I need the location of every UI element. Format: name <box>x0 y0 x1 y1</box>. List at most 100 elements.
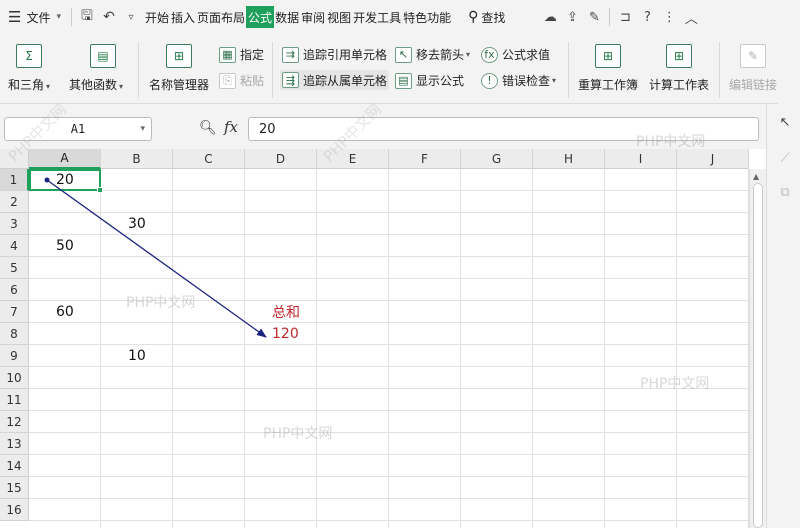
row-header-3[interactable]: 3 <box>0 213 29 235</box>
row-header-15[interactable]: 15 <box>0 477 29 499</box>
tab-0[interactable]: 开始 <box>144 6 170 28</box>
cell-b3[interactable]: 30 <box>101 213 173 235</box>
autosum-label: 和三角 <box>8 78 45 92</box>
tab-6[interactable]: 视图 <box>326 6 352 28</box>
remove-arrows-label: 移去箭头 <box>416 48 465 62</box>
help-icon[interactable]: ? <box>636 6 658 28</box>
row-header-6[interactable]: 6 <box>0 279 29 301</box>
chevron-down-icon: ▾ <box>56 12 61 22</box>
column-header-e[interactable]: E <box>317 149 389 169</box>
hamburger-icon: ☰ <box>8 8 22 26</box>
column-header-f[interactable]: F <box>389 149 461 169</box>
evaluate-formula-button[interactable]: fx 公式求值 <box>481 46 550 63</box>
trace-dependents-button[interactable]: ⇶ 追踪从属单元格 <box>280 70 390 90</box>
tab-5[interactable]: 审阅 <box>300 6 326 28</box>
row-header-12[interactable]: 12 <box>0 411 29 433</box>
row-header-14[interactable]: 14 <box>0 455 29 477</box>
fx-icon[interactable]: fx <box>224 118 238 136</box>
menu-divider <box>609 8 611 26</box>
other-functions-label: 其他函数 <box>69 78 118 92</box>
tab-3[interactable]: 公式 <box>246 6 275 28</box>
quick-access-dropdown-icon[interactable]: ▿ <box>120 6 142 28</box>
cell-a4[interactable]: 50 <box>29 235 101 257</box>
more-icon[interactable]: ⋮ <box>658 6 680 28</box>
name-box[interactable]: A1 ▾ <box>4 117 152 141</box>
autosum-button[interactable]: Σ 和三角 ▾ <box>8 44 50 93</box>
right-sidebar: ↖ ⟋ ⧉ <box>766 104 800 528</box>
name-manager-button[interactable]: ⊞ 名称管理器 <box>149 44 209 93</box>
other-functions-button[interactable]: ▤ 其他函数 ▾ <box>69 44 123 93</box>
row-header-7[interactable]: 7 <box>0 301 29 323</box>
remove-arrows-button[interactable]: ↖ 移去箭头 ▾ <box>395 46 470 63</box>
edit-links-button[interactable]: ✎ 编辑链接 <box>729 44 777 93</box>
tab-2[interactable]: 页面布局 <box>196 6 246 28</box>
edit-icon[interactable]: ✎ <box>583 6 605 28</box>
scrollbar-thumb[interactable] <box>753 183 763 528</box>
formula-input-value: 20 <box>259 121 276 137</box>
error-check-button[interactable]: ! 错误检查 ▾ <box>481 72 556 89</box>
file-menu[interactable]: ☰ 文件 ▾ <box>0 6 67 28</box>
chevron-down-icon: ▾ <box>46 82 51 91</box>
row-header-11[interactable]: 11 <box>0 389 29 411</box>
calc-sheet-icon: ⊞ <box>666 44 692 68</box>
specify-button[interactable]: ▦ 指定 <box>219 46 264 63</box>
column-header-i[interactable]: I <box>605 149 677 169</box>
column-header-b[interactable]: B <box>101 149 173 169</box>
row-header-5[interactable]: 5 <box>0 257 29 279</box>
cell-b9[interactable]: 10 <box>101 345 173 367</box>
fill-handle[interactable] <box>97 187 103 193</box>
trace-precedents-button[interactable]: ⇉ 追踪引用单元格 <box>282 46 387 63</box>
row-header-13[interactable]: 13 <box>0 433 29 455</box>
ribbon-divider <box>138 42 139 98</box>
chevron-down-icon: ▾ <box>119 82 124 91</box>
style-icon[interactable]: ⟋ <box>777 150 793 166</box>
column-header-c[interactable]: C <box>173 149 245 169</box>
trace-precedents-icon: ⇉ <box>282 46 299 63</box>
column-header-d[interactable]: D <box>245 149 317 169</box>
recalc-workbook-button[interactable]: ⊞ 重算工作簿 <box>578 44 638 93</box>
tab-8[interactable]: 特色功能 <box>402 6 452 28</box>
cloud-sync-icon[interactable]: ☁ <box>539 6 561 28</box>
row-header-1[interactable]: 1 <box>0 169 29 191</box>
show-formulas-button[interactable]: ▤ 显示公式 <box>395 72 464 89</box>
column-header-h[interactable]: H <box>533 149 605 169</box>
column-header-j[interactable]: J <box>677 149 749 169</box>
select-all-corner[interactable] <box>0 149 29 169</box>
error-check-icon: ! <box>481 72 498 89</box>
cell-d8[interactable]: 120 <box>245 323 317 345</box>
row-header-4[interactable]: 4 <box>0 235 29 257</box>
formula-input[interactable]: 20 <box>248 117 759 141</box>
calc-sheet-button[interactable]: ⊞ 计算工作表 <box>649 44 709 93</box>
tab-4[interactable]: 数据 <box>274 6 300 28</box>
column-header-a[interactable]: A <box>29 149 101 169</box>
cell-d7[interactable]: 总和 <box>245 301 317 323</box>
save-icon[interactable]: 🖫 <box>76 6 98 28</box>
share-icon[interactable]: ⇪ <box>561 6 583 28</box>
collapse-up-icon[interactable]: ︿ <box>680 6 702 28</box>
cursor-select-icon[interactable]: ↖ <box>777 114 793 130</box>
row-header-2[interactable]: 2 <box>0 191 29 213</box>
evaluate-formula-label: 公式求值 <box>502 48 551 62</box>
row-header-8[interactable]: 8 <box>0 323 29 345</box>
cell-a7[interactable]: 60 <box>29 301 101 323</box>
column-header-g[interactable]: G <box>461 149 533 169</box>
zoom-search-icon[interactable]: 🔍︎ <box>199 120 217 136</box>
ribbon-divider <box>719 42 720 98</box>
row-header-9[interactable]: 9 <box>0 345 29 367</box>
tab-7[interactable]: 开发工具 <box>352 6 402 28</box>
error-check-label: 错误检查 <box>502 74 551 88</box>
collapse-ribbon-icon[interactable]: ⊐ <box>614 6 636 28</box>
cell-area[interactable]: 20 30 50 60 总和 120 10 <box>29 169 749 528</box>
property-icon[interactable]: ⧉ <box>777 184 793 200</box>
chevron-down-icon: ▾ <box>140 124 145 134</box>
search-button[interactable]: ⚲ 查找 <box>464 9 509 26</box>
tab-1[interactable]: 插入 <box>170 6 196 28</box>
paste-button[interactable]: ⎘ 粘贴 <box>219 72 264 89</box>
row-header-10[interactable]: 10 <box>0 367 29 389</box>
row-header-16[interactable]: 16 <box>0 499 29 521</box>
trace-dependents-label: 追踪从属单元格 <box>303 73 388 88</box>
vertical-scrollbar[interactable]: ▲ <box>749 169 766 528</box>
scroll-up-icon[interactable]: ▲ <box>753 172 759 181</box>
undo-icon[interactable]: ↶ <box>98 6 120 28</box>
ribbon-divider <box>568 42 569 98</box>
